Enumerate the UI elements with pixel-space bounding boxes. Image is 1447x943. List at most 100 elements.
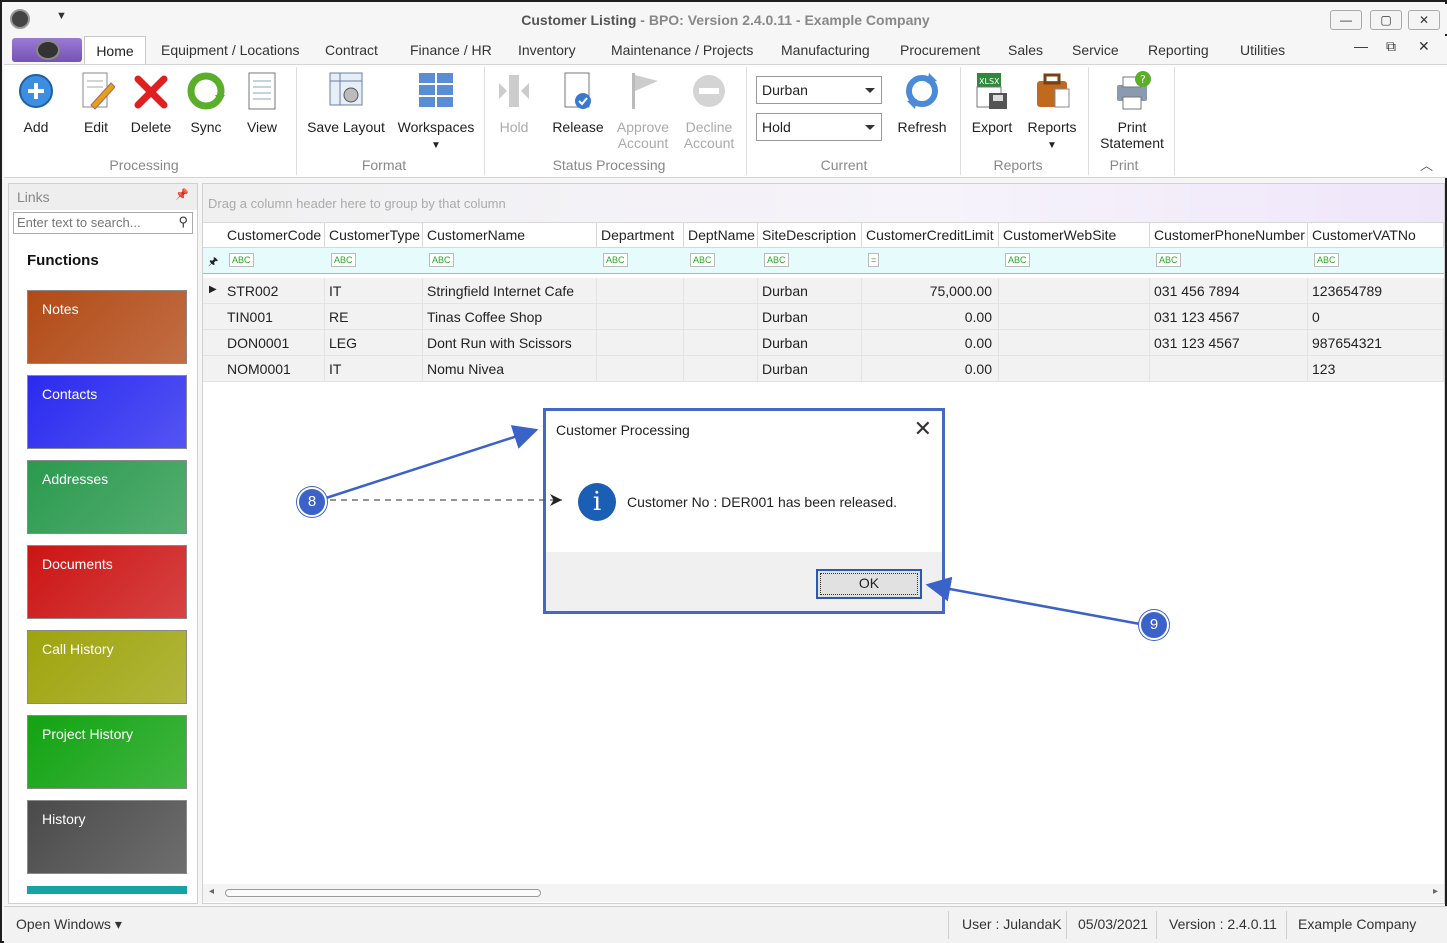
column-header-customerphonenumber[interactable]: CustomerPhoneNumber bbox=[1150, 223, 1308, 249]
tile-project-history[interactable]: Project History bbox=[27, 715, 187, 789]
minimize-button[interactable]: — bbox=[1330, 10, 1362, 30]
search-icon[interactable]: ⚲ bbox=[178, 214, 188, 230]
cell-customercode[interactable]: DON0001 bbox=[223, 330, 325, 356]
edit-button[interactable]: Edit bbox=[74, 69, 118, 135]
dialog-close-icon[interactable]: ✕ bbox=[914, 417, 932, 441]
cell-customerphonenumber[interactable]: 031 123 4567 bbox=[1150, 304, 1308, 330]
tab-procurement[interactable]: Procurement bbox=[900, 42, 980, 58]
filter-condition-icon[interactable]: ABC bbox=[690, 253, 715, 267]
cell-customertype[interactable]: LEG bbox=[325, 330, 423, 356]
tab-finance-hr[interactable]: Finance / HR bbox=[410, 42, 492, 58]
cell-deptname[interactable] bbox=[684, 330, 758, 356]
cell-customerwebsite[interactable] bbox=[999, 278, 1150, 304]
add-button[interactable]: Add bbox=[14, 69, 58, 135]
delete-button[interactable]: Delete bbox=[126, 69, 176, 135]
close-button[interactable]: ✕ bbox=[1408, 10, 1440, 30]
view-button[interactable]: View bbox=[240, 69, 284, 135]
export-button[interactable]: XLSX Export bbox=[966, 69, 1018, 135]
tab-home[interactable]: Home bbox=[84, 36, 146, 64]
scroll-left-icon[interactable]: ◂ bbox=[209, 886, 214, 897]
filter-condition-icon[interactable]: ABC bbox=[331, 253, 356, 267]
collapse-ribbon-icon[interactable]: ︿ bbox=[1420, 155, 1433, 174]
tab-sales[interactable]: Sales bbox=[1008, 42, 1043, 58]
filter-condition-icon[interactable]: ABC bbox=[1314, 253, 1339, 267]
cell-customercode[interactable]: TIN001 bbox=[223, 304, 325, 330]
cell-customerwebsite[interactable] bbox=[999, 356, 1150, 382]
cell-sitedescription[interactable]: Durban bbox=[758, 330, 862, 356]
ok-button[interactable]: OK bbox=[816, 569, 922, 599]
group-by-panel[interactable]: Drag a column header here to group by th… bbox=[203, 184, 1444, 222]
column-header-department[interactable]: Department bbox=[597, 223, 684, 249]
cell-department[interactable] bbox=[597, 356, 684, 382]
tab-utilities[interactable]: Utilities bbox=[1240, 42, 1285, 58]
tile-history[interactable]: History bbox=[27, 800, 187, 874]
tile-documents[interactable]: Documents bbox=[27, 545, 187, 619]
sync-button[interactable]: Sync bbox=[184, 69, 228, 135]
save-layout-button[interactable]: Save Layout bbox=[304, 69, 388, 135]
cell-department[interactable] bbox=[597, 330, 684, 356]
column-header-sitedescription[interactable]: SiteDescription bbox=[758, 223, 862, 249]
column-header-deptname[interactable]: DeptName bbox=[684, 223, 758, 249]
filter-condition-icon[interactable]: ABC bbox=[603, 253, 628, 267]
release-button[interactable]: Release bbox=[550, 69, 606, 135]
table-row[interactable]: DON0001 LEG Dont Run with Scissors Durban 0.… bbox=[203, 330, 1444, 356]
column-header-customercode[interactable]: CustomerCode bbox=[223, 223, 325, 249]
cell-customerphonenumber[interactable]: 031 123 4567 bbox=[1150, 330, 1308, 356]
auto-filter-row[interactable]: 🖈 ABC ABC ABC ABC ABC ABC = ABC ABC ABC bbox=[203, 248, 1444, 274]
tab-manufacturing[interactable]: Manufacturing bbox=[781, 42, 870, 58]
cell-department[interactable] bbox=[597, 304, 684, 330]
cell-customercode[interactable]: NOM0001 bbox=[223, 356, 325, 382]
mdi-close-icon[interactable]: ✕ bbox=[1418, 38, 1430, 55]
cell-customerphonenumber[interactable] bbox=[1150, 356, 1308, 382]
cell-customername[interactable]: Tinas Coffee Shop bbox=[423, 304, 597, 330]
cell-deptname[interactable] bbox=[684, 304, 758, 330]
decline-account-button[interactable]: Decline Account bbox=[680, 69, 738, 151]
tab-contract[interactable]: Contract bbox=[325, 42, 378, 58]
cell-customervatno[interactable]: 0 bbox=[1308, 304, 1444, 330]
tile-contacts[interactable]: Contacts bbox=[27, 375, 187, 449]
filter-condition-icon[interactable]: ABC bbox=[764, 253, 789, 267]
cell-customercreditlimit[interactable]: 0.00 bbox=[862, 356, 999, 382]
table-row[interactable]: ▶ STR002 IT Stringfield Internet Cafe Durban… bbox=[203, 278, 1444, 304]
column-header-customertype[interactable]: CustomerType bbox=[325, 223, 423, 249]
mdi-minimize-icon[interactable]: — bbox=[1354, 38, 1368, 54]
cell-sitedescription[interactable]: Durban bbox=[758, 304, 862, 330]
cell-customertype[interactable]: IT bbox=[325, 278, 423, 304]
print-statement-button[interactable]: ? Print Statement bbox=[1094, 69, 1170, 151]
column-header-customername[interactable]: CustomerName bbox=[423, 223, 597, 249]
table-row[interactable]: TIN001 RE Tinas Coffee Shop Durban 0.00 031 1… bbox=[203, 304, 1444, 330]
maximize-button[interactable]: ▢ bbox=[1370, 10, 1402, 30]
cell-customercreditlimit[interactable]: 0.00 bbox=[862, 330, 999, 356]
status-combo[interactable]: Hold bbox=[756, 113, 882, 141]
cell-customertype[interactable]: IT bbox=[325, 356, 423, 382]
tile-call-history[interactable]: Call History bbox=[27, 630, 187, 704]
filter-condition-icon[interactable]: ABC bbox=[229, 253, 254, 267]
hold-button[interactable]: Hold bbox=[492, 69, 536, 135]
cell-customervatno[interactable]: 123654789 bbox=[1308, 278, 1444, 304]
cell-customercreditlimit[interactable]: 75,000.00 bbox=[862, 278, 999, 304]
cell-customertype[interactable]: RE bbox=[325, 304, 423, 330]
filter-condition-icon[interactable]: = bbox=[868, 253, 880, 267]
tile-addresses[interactable]: Addresses bbox=[27, 460, 187, 534]
tab-service[interactable]: Service bbox=[1072, 42, 1119, 58]
cell-customername[interactable]: Nomu Nivea bbox=[423, 356, 597, 382]
horizontal-scrollbar[interactable]: ◂ ▸ bbox=[203, 884, 1444, 902]
cell-customercreditlimit[interactable]: 0.00 bbox=[862, 304, 999, 330]
cell-customervatno[interactable]: 987654321 bbox=[1308, 330, 1444, 356]
table-row[interactable]: NOM0001 IT Nomu Nivea Durban 0.00 123 bbox=[203, 356, 1444, 382]
cell-customercode[interactable]: STR002 bbox=[223, 278, 325, 304]
cell-deptname[interactable] bbox=[684, 278, 758, 304]
tab-reporting[interactable]: Reporting bbox=[1148, 42, 1209, 58]
column-header-customervatno[interactable]: CustomerVATNo bbox=[1308, 223, 1444, 249]
scrollbar-thumb[interactable] bbox=[225, 889, 541, 897]
tab-equipment-locations[interactable]: Equipment / Locations bbox=[161, 42, 300, 58]
site-combo[interactable]: Durban bbox=[756, 76, 882, 104]
filter-condition-icon[interactable]: ABC bbox=[1156, 253, 1181, 267]
cell-sitedescription[interactable]: Durban bbox=[758, 278, 862, 304]
cell-department[interactable] bbox=[597, 278, 684, 304]
cell-customervatno[interactable]: 123 bbox=[1308, 356, 1444, 382]
approve-account-button[interactable]: Approve Account bbox=[612, 69, 674, 151]
mdi-restore-icon[interactable]: ⧉ bbox=[1386, 38, 1396, 55]
scroll-right-icon[interactable]: ▸ bbox=[1433, 886, 1438, 897]
tab-inventory[interactable]: Inventory bbox=[518, 42, 576, 58]
